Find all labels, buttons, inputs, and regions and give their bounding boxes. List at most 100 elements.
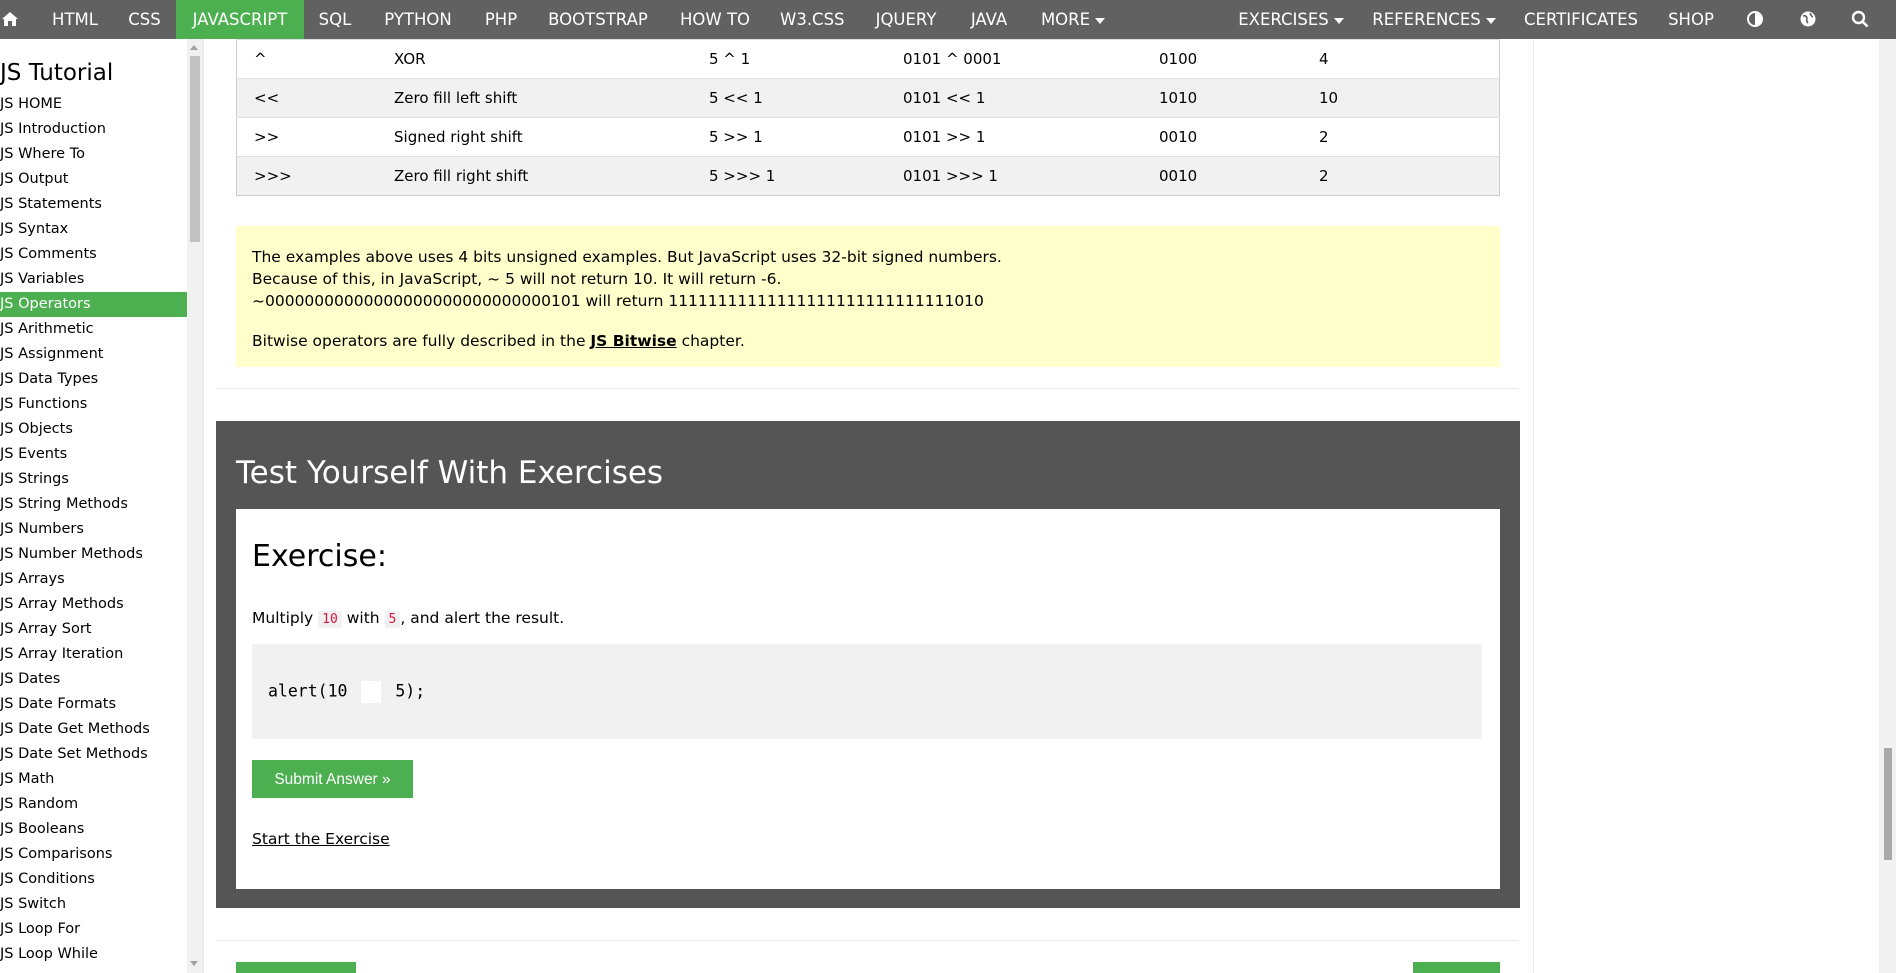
nav-item-references[interactable]: REFERENCES [1372,0,1496,39]
desc-prefix: Multiply [252,609,319,627]
sidebar-item[interactable]: JS Dates [0,667,187,692]
table-cell: 5 >>> 1 [709,156,903,196]
answer-input[interactable] [361,681,382,703]
note-box: The examples above uses 4 bits unsigned … [236,226,1500,367]
search-icon[interactable] [1850,0,1870,39]
table-cell: 0101 >>> 1 [903,156,1159,196]
table-cell: 4 [1319,39,1500,79]
nav-item-javascript[interactable]: JAVASCRIPT [176,0,304,39]
sidebar-item[interactable]: JS Arithmetic [0,317,187,342]
sidebar-item[interactable]: JS Loop While [0,942,187,967]
sidebar-item[interactable]: JS Booleans [0,817,187,842]
previous-button[interactable] [236,962,356,973]
sidebar-title: JS Tutorial [0,60,114,86]
nav-item-python[interactable]: PYTHON [382,0,454,39]
divider [216,940,1518,941]
sidebar-item[interactable]: JS Syntax [0,217,187,242]
sidebar-item[interactable]: JS Math [0,767,187,792]
table-cell: 5 >> 1 [709,117,903,157]
home-icon[interactable] [0,0,20,39]
sidebar-item[interactable]: JS HOME [0,92,187,117]
bitwise-note-prefix: Bitwise operators are fully described in… [252,332,591,350]
table-row: ^ XOR 5 ^ 1 0101 ^ 0001 0100 4 [236,39,1500,79]
sidebar-item[interactable]: JS Variables [0,267,187,292]
sidebar-item[interactable]: JS Date Get Methods [0,717,187,742]
nav-item-certificates[interactable]: CERTIFICATES [1524,0,1638,39]
js-bitwise-link[interactable]: JS Bitwise [590,332,676,350]
nav-item-jquery[interactable]: JQUERY [872,0,940,39]
code-line: alert(10 5); [268,681,425,703]
code-after: 5); [385,681,426,701]
chevron-down-icon [1485,17,1496,24]
nav-item-html[interactable]: HTML [50,0,100,39]
sidebar-scrollbar-thumb[interactable] [190,56,200,242]
sidebar-item[interactable]: JS Strings [0,467,187,492]
top-navigation: HTML CSS JAVASCRIPT SQL PYTHON PHP BOOTS… [0,0,1896,39]
nav-item-sql[interactable]: SQL [317,0,353,39]
divider [216,388,1518,389]
sidebar-item[interactable]: JS Statements [0,192,187,217]
sidebar-item[interactable]: JS Where To [0,142,187,167]
chevron-down-icon [1095,17,1106,24]
note-line: ~00000000000000000000000000000101 will r… [252,292,984,310]
nav-item-w3css[interactable]: W3.CSS [780,0,845,39]
next-button[interactable] [1413,962,1500,973]
sidebar-item[interactable]: JS Array Methods [0,592,187,617]
nav-item-how-to[interactable]: HOW TO [678,0,752,39]
sidebar-item[interactable]: JS Array Sort [0,617,187,642]
nav-item-java[interactable]: JAVA [968,0,1010,39]
sidebar-item[interactable]: JS Random [0,792,187,817]
nav-item-more[interactable]: MORE [1038,0,1108,39]
globe-icon[interactable] [1798,0,1818,39]
sidebar-item[interactable]: JS String Methods [0,492,187,517]
table-cell: XOR [394,39,709,79]
start-exercise-link[interactable]: Start the Exercise [252,830,390,848]
exercise-card: Exercise: Multiply 10 with 5, and alert … [236,509,1500,889]
table-row: >> Signed right shift 5 >> 1 0101 >> 1 0… [236,117,1500,157]
sidebar-item[interactable]: JS Switch [0,892,187,917]
sidebar-item[interactable]: JS Comparisons [0,842,187,867]
exercise-description: Multiply 10 with 5, and alert the result… [252,609,565,628]
scroll-down-icon[interactable] [190,961,198,966]
code-before: alert(10 [268,681,358,701]
contrast-icon[interactable] [1745,0,1765,39]
table-cell: >>> [236,156,394,196]
sidebar-item[interactable]: JS Number Methods [0,542,187,567]
sidebar-item[interactable]: JS Objects [0,417,187,442]
note-line: Because of this, in JavaScript, ~ 5 will… [252,270,782,288]
nav-item-css[interactable]: CSS [127,0,162,39]
scroll-up-icon[interactable] [190,45,198,50]
nav-item-shop[interactable]: SHOP [1668,0,1714,39]
sidebar-item[interactable]: JS Output [0,167,187,192]
sidebar-item[interactable]: JS Loop For [0,917,187,942]
table-cell: 0101 >> 1 [903,117,1159,157]
submit-answer-button[interactable]: Submit Answer » [252,760,413,798]
sidebar-item[interactable]: JS Data Types [0,367,187,392]
sidebar-item[interactable]: JS Assignment [0,342,187,367]
nav-item-bootstrap[interactable]: BOOTSTRAP [547,0,649,39]
nav-item-exercises-label: EXERCISES [1238,10,1329,29]
sidebar-item[interactable]: JS Numbers [0,517,187,542]
page-scrollbar-thumb[interactable] [1884,748,1892,860]
table-cell: 0101 << 1 [903,78,1159,118]
sidebar-item[interactable]: JS Events [0,442,187,467]
desc-suffix: , and alert the result. [400,609,565,627]
sidebar-item[interactable]: JS Date Formats [0,692,187,717]
table-cell: 2 [1319,156,1500,196]
table-cell: Zero fill left shift [394,78,709,118]
bitwise-note: Bitwise operators are fully described in… [252,330,1484,352]
sidebar-item[interactable]: JS Array Iteration [0,642,187,667]
sidebar-item[interactable]: JS Arrays [0,567,187,592]
sidebar-item[interactable]: JS Introduction [0,117,187,142]
nav-item-exercises[interactable]: EXERCISES [1237,0,1345,39]
sidebar-item[interactable]: JS Date Set Methods [0,742,187,767]
sidebar-item[interactable]: JS Conditions [0,867,187,892]
table-cell: 0010 [1159,117,1319,157]
sidebar-item[interactable]: JS Comments [0,242,187,267]
table-cell: Signed right shift [394,117,709,157]
sidebar-item-active[interactable]: JS Operators [0,292,187,317]
table-cell: 5 << 1 [709,78,903,118]
sidebar-item[interactable]: JS Functions [0,392,187,417]
nav-item-php[interactable]: PHP [483,0,519,39]
table-cell: 2 [1319,117,1500,157]
